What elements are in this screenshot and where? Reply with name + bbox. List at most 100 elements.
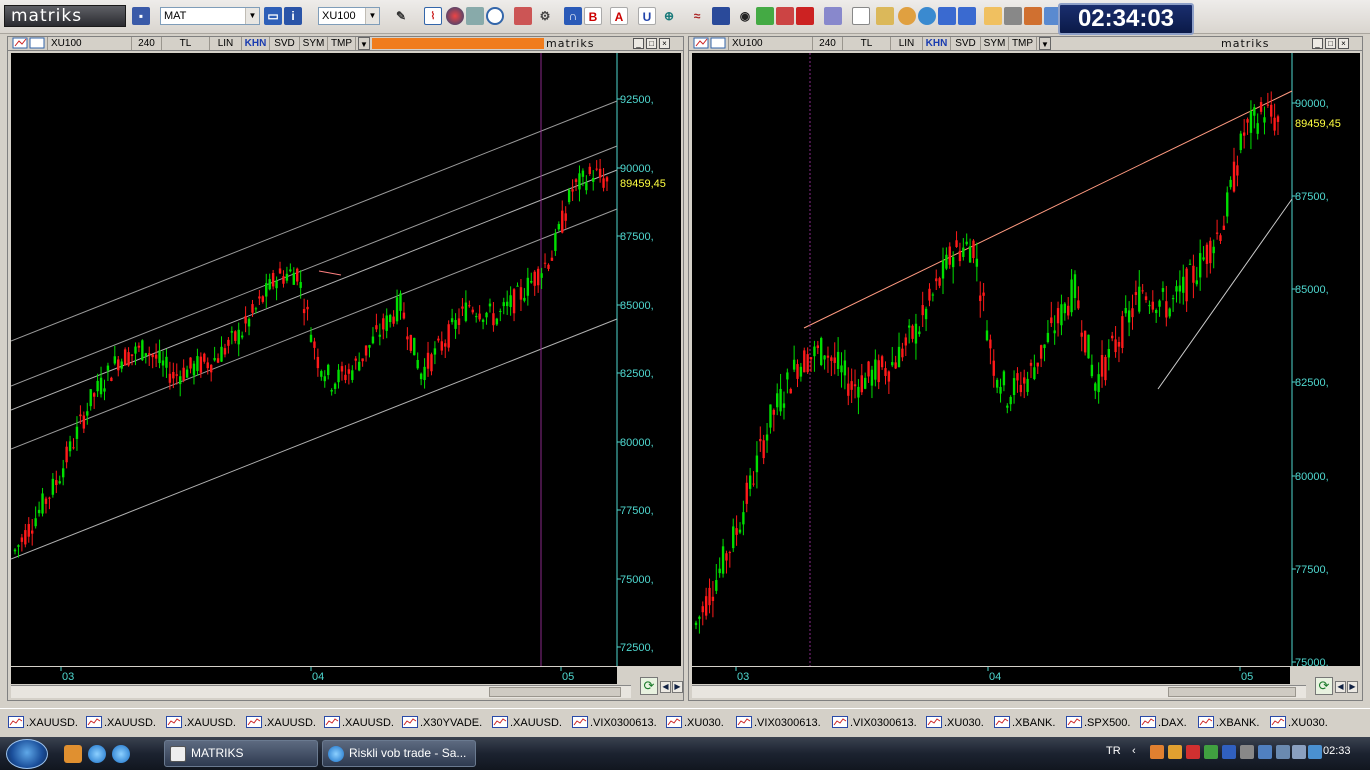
chart-up-icon[interactable]	[756, 7, 774, 25]
language-indicator[interactable]: TR	[1106, 745, 1121, 757]
pane-tmp-toggle[interactable]: TMP	[328, 37, 356, 50]
refresh-icon[interactable]	[918, 7, 936, 25]
trend-line[interactable]	[10, 100, 618, 342]
template-select[interactable]: MAT ▼	[160, 7, 260, 25]
scrollbar-thumb[interactable]	[1168, 687, 1296, 697]
notes-icon[interactable]	[514, 7, 532, 25]
scroll-right-icon[interactable]: ▶	[672, 681, 683, 693]
info-icon[interactable]: i	[284, 7, 302, 25]
symbol-tab[interactable]: .XAUUSD.	[166, 713, 236, 733]
scroll-left-icon[interactable]: ◀	[660, 681, 671, 693]
show-hidden-icons-icon[interactable]: ‹	[1132, 745, 1146, 759]
chart-type-icon[interactable]	[10, 37, 48, 50]
pane-scale[interactable]: LIN	[891, 37, 923, 50]
symbol-tab[interactable]: .XBANK.	[994, 713, 1055, 733]
pane-khn-toggle[interactable]: KHN	[242, 37, 270, 50]
symbol-tab[interactable]: .XBANK.	[1198, 713, 1259, 733]
map-icon[interactable]	[776, 7, 794, 25]
pane-symbol[interactable]: XU100	[48, 37, 132, 50]
symbol-tab[interactable]: .XAUUSD.	[8, 713, 78, 733]
horizontal-scrollbar[interactable]	[11, 685, 631, 698]
underline-u-icon[interactable]: U	[638, 7, 656, 25]
tray-app-icon[interactable]	[1240, 745, 1254, 759]
scroll-right-icon[interactable]: ▶	[1347, 681, 1358, 693]
panel-icon[interactable]	[938, 7, 956, 25]
symbol-tab[interactable]: .VIX0300613.	[832, 713, 917, 733]
close-button[interactable]: ×	[659, 38, 670, 49]
taskbar-button-browser[interactable]: Riskli vob trade - Sa...	[322, 740, 476, 767]
pane-currency[interactable]: TL	[162, 37, 210, 50]
monitor-icon[interactable]	[958, 7, 976, 25]
speaker-icon[interactable]	[1292, 745, 1306, 759]
crosshair-icon[interactable]: ⊕	[660, 7, 678, 25]
list-icon[interactable]	[824, 7, 842, 25]
bookmark-icon[interactable]	[712, 7, 730, 25]
pane-period[interactable]: 240	[132, 37, 162, 50]
pane-sym-toggle[interactable]: SYM	[981, 37, 1009, 50]
symbol-tab[interactable]: .XAUUSD.	[492, 713, 562, 733]
price-chart[interactable]: 90000, 87500, 85000, 82500, 80000, 77500, 7500…	[692, 53, 1360, 669]
tray-app-icon[interactable]	[1308, 745, 1322, 759]
minimize-button[interactable]: _	[1312, 38, 1323, 49]
wave-icon[interactable]: ≈	[688, 7, 706, 25]
network-icon[interactable]	[1276, 745, 1290, 759]
symbol-tab[interactable]: .XU030.	[926, 713, 984, 733]
tray-app-icon[interactable]	[1222, 745, 1236, 759]
minimize-button[interactable]: _	[633, 38, 644, 49]
pie-chart-icon[interactable]	[446, 7, 464, 25]
tray-app-icon[interactable]	[1186, 745, 1200, 759]
refresh-icon[interactable]: ⟳	[640, 677, 658, 695]
folder-icon[interactable]	[64, 745, 82, 763]
line-chart-icon[interactable]: ⌇	[424, 7, 442, 25]
chart-type-icon[interactable]	[691, 37, 729, 50]
pane-scale[interactable]: LIN	[210, 37, 242, 50]
symbol-tab[interactable]: .XAUUSD.	[246, 713, 316, 733]
symbol-select[interactable]: XU100 ▼	[318, 7, 380, 25]
gear-icon[interactable]: ⚙	[536, 7, 554, 25]
arch-icon[interactable]: ∩	[564, 7, 582, 25]
symbol-tab[interactable]: .DAX.	[1140, 713, 1187, 733]
maximize-button[interactable]: □	[1325, 38, 1336, 49]
price-chart[interactable]: 92500, 90000, 87500, 85000, 82500, 80000, 7750…	[10, 53, 681, 666]
scrollbar-thumb[interactable]	[489, 687, 621, 697]
start-button[interactable]	[6, 739, 48, 769]
symbol-tab[interactable]: .X30YVADE.	[402, 713, 482, 733]
tray-app-icon[interactable]	[1150, 745, 1164, 759]
pane-period[interactable]: 240	[813, 37, 843, 50]
horizontal-scrollbar[interactable]	[692, 685, 1306, 698]
symbol-tab[interactable]: .XAUUSD.	[324, 713, 394, 733]
window-icon[interactable]: ▭	[264, 7, 282, 25]
ie-icon[interactable]	[112, 745, 130, 763]
message-icon[interactable]	[876, 7, 894, 25]
tray-app-icon[interactable]	[1204, 745, 1218, 759]
symbol-tab[interactable]: .VIX0300613.	[572, 713, 657, 733]
text-a-icon[interactable]: A	[610, 7, 628, 25]
bold-b-icon[interactable]: B	[584, 7, 602, 25]
tray-app-icon[interactable]	[1258, 745, 1272, 759]
trend-line[interactable]	[803, 90, 1293, 329]
pane-tmp-toggle[interactable]: TMP	[1009, 37, 1037, 50]
symbol-tab[interactable]: .SPX500.	[1066, 713, 1130, 733]
print-icon[interactable]	[1004, 7, 1022, 25]
scroll-left-icon[interactable]: ◀	[1335, 681, 1346, 693]
taskbar-button-matriks[interactable]: MATRIKS	[164, 740, 318, 767]
grid-icon[interactable]	[796, 7, 814, 25]
mail-icon[interactable]	[984, 7, 1002, 25]
windows-icon[interactable]	[852, 7, 870, 25]
close-button[interactable]: ×	[1338, 38, 1349, 49]
draw-pen-icon[interactable]: ✎	[392, 7, 410, 25]
table-icon[interactable]	[466, 7, 484, 25]
pane-symbol[interactable]: XU100	[729, 37, 813, 50]
refresh-icon[interactable]: ⟳	[1315, 677, 1333, 695]
pane-khn-toggle[interactable]: KHN	[923, 37, 951, 50]
pane-svd-toggle[interactable]: SVD	[270, 37, 300, 50]
tray-app-icon[interactable]	[1168, 745, 1182, 759]
symbol-tab[interactable]: .XU030.	[666, 713, 724, 733]
user-icon[interactable]	[898, 7, 916, 25]
symbol-tab[interactable]: .VIX0300613.	[736, 713, 821, 733]
symbol-tab[interactable]: .XAUUSD.	[86, 713, 156, 733]
chat-icon[interactable]	[1024, 7, 1042, 25]
save-icon[interactable]: ▪	[132, 7, 150, 25]
trend-line[interactable]	[10, 208, 618, 450]
trend-line[interactable]	[318, 270, 342, 276]
